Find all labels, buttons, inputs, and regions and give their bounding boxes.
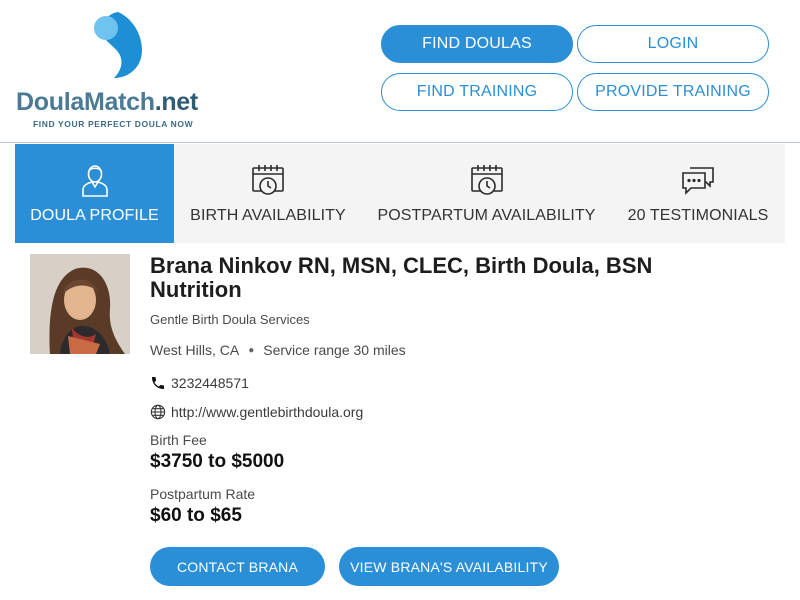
doula-city: West Hills, CA — [150, 342, 240, 358]
globe-icon — [150, 404, 166, 420]
tab-label: DOULA PROFILE — [30, 207, 159, 224]
birth-fee-label: Birth Fee — [150, 432, 207, 448]
tab-doula-profile[interactable]: DOULA PROFILE — [15, 144, 174, 243]
calendar-clock-icon — [250, 162, 286, 198]
tab-label: BIRTH AVAILABILITY — [190, 207, 346, 224]
profile-tabs: DOULA PROFILE BIRTH AVAILABILITY POSTPAR… — [15, 144, 785, 243]
doula-location: West Hills, CA ● Service range 30 miles — [150, 342, 406, 358]
phone-number[interactable]: 3232448571 — [171, 375, 249, 391]
tab-label: POSTPARTUM AVAILABILITY — [377, 207, 596, 224]
site-header: DoulaMatch.net FIND YOUR PERFECT DOULA N… — [0, 0, 800, 143]
logo-match: Match — [83, 88, 155, 116]
chat-bubbles-icon — [680, 162, 716, 198]
logo-net: .net — [154, 88, 199, 116]
website-link[interactable]: http://www.gentlebirthdoula.org — [171, 404, 363, 420]
birth-fee-value: $3750 to $5000 — [150, 451, 285, 472]
calendar-clock-icon — [469, 162, 505, 198]
doula-company: Gentle Birth Doula Services — [150, 312, 310, 327]
provide-training-button[interactable]: PROVIDE TRAINING — [577, 73, 769, 111]
login-button[interactable]: LOGIN — [577, 25, 769, 63]
service-range: Service range 30 miles — [263, 342, 406, 358]
find-doulas-button[interactable]: FIND DOULAS — [381, 25, 573, 63]
website-row[interactable]: http://www.gentlebirthdoula.org — [150, 404, 363, 420]
tab-testimonials[interactable]: 20 TESTIMONIALS — [611, 144, 785, 243]
doula-photo — [30, 254, 130, 354]
postpartum-rate-label: Postpartum Rate — [150, 486, 256, 502]
logo-doula: Doula — [16, 88, 84, 116]
separator-dot-icon: ● — [248, 344, 255, 356]
doula-name: Brana Ninkov RN, MSN, CLEC, Birth Doula,… — [150, 253, 653, 302]
view-availability-button[interactable]: VIEW BRANA'S AVAILABILITY — [339, 547, 559, 586]
logo-drop-icon — [94, 12, 142, 78]
phone-icon — [152, 377, 164, 389]
phone-row[interactable]: 3232448571 — [150, 375, 249, 391]
contact-button[interactable]: CONTACT BRANA — [150, 547, 325, 586]
tab-postpartum-availability[interactable]: POSTPARTUM AVAILABILITY — [362, 144, 611, 243]
tab-label: 20 TESTIMONIALS — [627, 207, 769, 224]
find-training-button[interactable]: FIND TRAINING — [381, 73, 573, 111]
tab-birth-availability[interactable]: BIRTH AVAILABILITY — [174, 144, 362, 243]
person-icon — [77, 162, 113, 198]
logo-wordmark: DoulaMatch.net — [16, 88, 198, 117]
postpartum-rate-value: $60 to $65 — [150, 505, 242, 526]
site-logo[interactable]: DoulaMatch.net FIND YOUR PERFECT DOULA N… — [14, 10, 224, 132]
logo-tagline: FIND YOUR PERFECT DOULA NOW — [33, 119, 194, 129]
